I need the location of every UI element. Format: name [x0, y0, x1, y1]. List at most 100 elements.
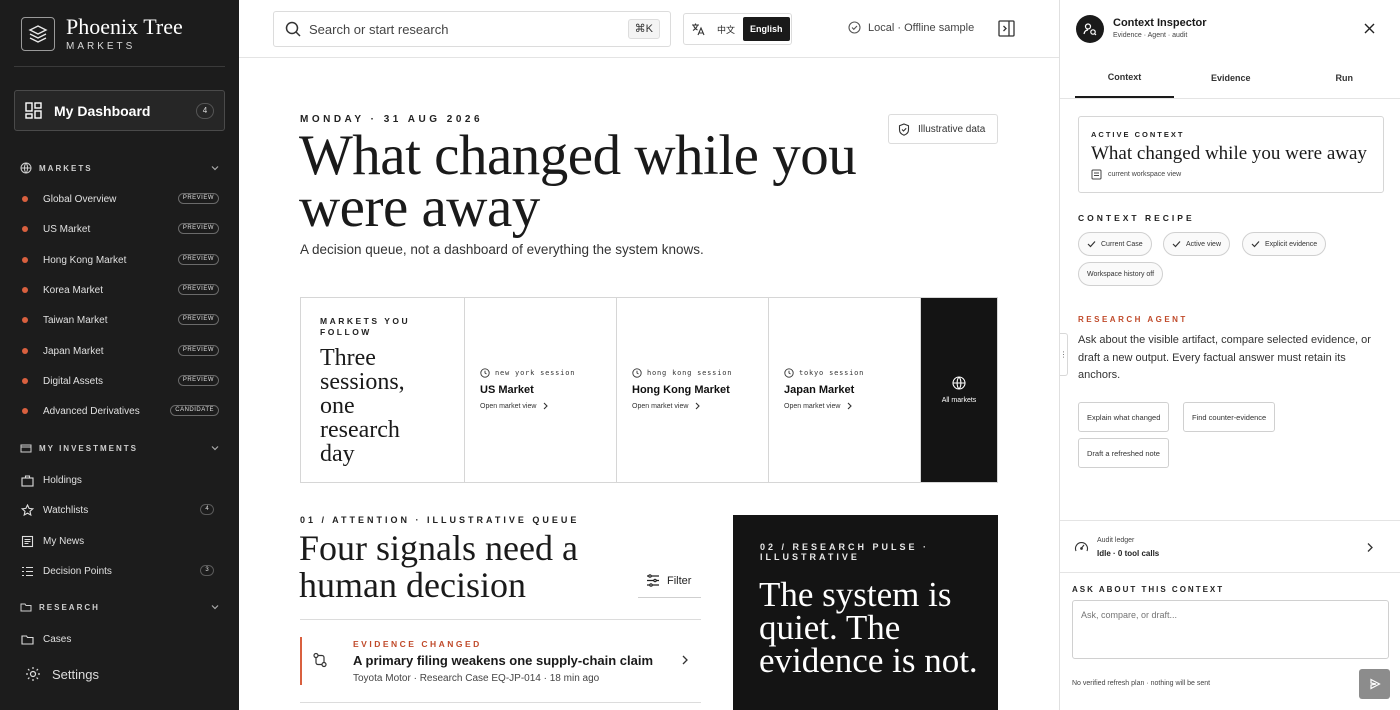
- clock-icon: [480, 368, 490, 378]
- draft-refreshed-note-button[interactable]: Draft a refreshed note: [1078, 438, 1169, 468]
- globe-icon: [20, 162, 32, 174]
- all-markets-button[interactable]: All markets: [921, 298, 997, 482]
- open-market-view-link[interactable]: Open market view: [632, 402, 701, 410]
- ask-input[interactable]: [1072, 600, 1389, 659]
- compare-arrows-icon: [313, 652, 327, 668]
- layers-logo-icon: [28, 25, 48, 43]
- tab-evidence[interactable]: Evidence: [1174, 58, 1288, 98]
- dashboard-count-badge: 4: [196, 103, 214, 119]
- sidebar-item-holdings[interactable]: Holdings: [20, 472, 220, 488]
- open-market-view-link[interactable]: Open market view: [784, 402, 853, 410]
- active-context-scope: current workspace view: [1091, 169, 1181, 180]
- status-dot: [22, 348, 28, 354]
- session-label: NEW YORK SESSION: [480, 368, 575, 378]
- settings-button[interactable]: Settings: [25, 666, 99, 682]
- section-my-investments[interactable]: MY INVESTMENTS: [20, 440, 220, 456]
- sidebar-item-my-news[interactable]: My News: [20, 533, 220, 549]
- sidebar-item-label: Holdings: [43, 474, 82, 486]
- market-card-japan[interactable]: TOKYO SESSION Japan Market Open market v…: [769, 298, 921, 482]
- sidebar-item-label: Taiwan Market: [43, 314, 108, 326]
- sidebar-item-advanced-derivatives[interactable]: Advanced Derivatives CANDIDATE: [20, 403, 220, 419]
- sidebar-item-taiwan-market[interactable]: Taiwan Market PREVIEW: [20, 312, 220, 328]
- explain-what-changed-button[interactable]: Explain what changed: [1078, 402, 1170, 432]
- sidebar-item-label: Advanced Derivatives: [43, 405, 140, 417]
- sidebar-item-us-market[interactable]: US Market PREVIEW: [20, 221, 220, 237]
- settings-label: Settings: [52, 666, 99, 682]
- send-button[interactable]: [1359, 669, 1390, 699]
- globe-icon: [952, 376, 966, 390]
- lang-option-en[interactable]: English: [743, 17, 790, 41]
- data-mode-indicator[interactable]: Local · Offline sample: [848, 21, 974, 34]
- market-card-us[interactable]: NEW YORK SESSION US Market Open market v…: [465, 298, 617, 482]
- search-input[interactable]: [309, 21, 609, 37]
- gear-icon: [26, 667, 40, 681]
- sidebar-item-dashboard[interactable]: My Dashboard 4: [14, 90, 225, 131]
- wallet-icon: [20, 444, 32, 453]
- sidebar-item-label: Watchlists: [43, 504, 89, 516]
- preview-badge: PREVIEW: [177, 345, 219, 356]
- audit-ledger-row[interactable]: Audit ledger Idle · 0 tool calls: [1060, 520, 1400, 573]
- sidebar: Phoenix Tree MARKETS My Dashboard 4 MARK…: [0, 0, 239, 710]
- markets-strip: MARKETS YOU FOLLOW Three sessions, one r…: [300, 297, 998, 483]
- check-icon: [1087, 241, 1096, 248]
- markets-intro: MARKETS YOU FOLLOW Three sessions, one r…: [301, 298, 465, 482]
- chevron-right-icon: [1367, 543, 1373, 552]
- status-dot: [22, 317, 28, 323]
- recipe-chip-workspace-history[interactable]: Workspace history off: [1078, 262, 1164, 286]
- pulse-kicker: 02 / RESEARCH PULSE · ILLUSTRATIVE: [760, 542, 930, 562]
- chevron-down-icon: [211, 166, 219, 171]
- section-markets-label: MARKETS: [39, 163, 93, 173]
- filter-button[interactable]: Filter: [638, 564, 701, 598]
- panel-tabs: Context Evidence Run: [1060, 58, 1400, 99]
- lang-option-zh[interactable]: 中文: [717, 23, 735, 36]
- search-icon: [285, 21, 301, 37]
- sidebar-item-global-overview[interactable]: Global Overview PREVIEW: [20, 191, 220, 207]
- market-card-hong-kong[interactable]: HONG KONG SESSION Hong Kong Market Open …: [617, 298, 769, 482]
- research-pulse-card: 02 / RESEARCH PULSE · ILLUSTRATIVE The s…: [733, 515, 998, 710]
- section-research[interactable]: RESEARCH: [20, 599, 220, 615]
- clock-icon: [632, 368, 642, 378]
- signal-card[interactable]: EVIDENCE CHANGED A primary filing weaken…: [300, 637, 701, 685]
- audit-ledger-label: Audit ledger: [1097, 537, 1135, 544]
- sidebar-item-japan-market[interactable]: Japan Market PREVIEW: [20, 343, 220, 359]
- recipe-chip-active-view[interactable]: Active view: [1163, 232, 1231, 256]
- sidebar-item-cases[interactable]: Cases: [20, 631, 220, 647]
- dashboard-label: My Dashboard: [54, 102, 151, 119]
- recipe-chip-current-case[interactable]: Current Case: [1078, 232, 1152, 256]
- language-switcher[interactable]: 中文 English: [683, 13, 792, 45]
- section-markets[interactable]: MARKETS: [20, 160, 220, 176]
- tab-context[interactable]: Context: [1075, 58, 1174, 98]
- resize-handle[interactable]: ⋮: [1060, 333, 1068, 376]
- sidebar-item-digital-assets[interactable]: Digital Assets PREVIEW: [20, 373, 220, 389]
- sidebar-item-decision-points[interactable]: Decision Points 3: [20, 563, 220, 579]
- count-badge: 4: [200, 504, 214, 515]
- sidebar-item-label: Global Overview: [43, 193, 117, 205]
- illustrative-data-badge[interactable]: Illustrative data: [888, 114, 998, 144]
- sidebar-item-watchlists[interactable]: Watchlists 4: [20, 502, 220, 518]
- status-dot: [22, 287, 28, 293]
- search-box[interactable]: ⌘K: [273, 11, 671, 47]
- close-button[interactable]: [1363, 22, 1376, 35]
- logo[interactable]: [21, 17, 55, 51]
- preview-badge: PREVIEW: [177, 375, 219, 386]
- active-context-kicker: ACTIVE CONTEXT: [1091, 130, 1185, 139]
- open-market-view-link[interactable]: Open market view: [480, 402, 549, 410]
- sidebar-item-korea-market[interactable]: Korea Market PREVIEW: [20, 282, 220, 298]
- sidebar-item-hong-kong-market[interactable]: Hong Kong Market PREVIEW: [20, 252, 220, 268]
- preview-badge: PREVIEW: [177, 284, 219, 295]
- shield-check-icon: [898, 122, 910, 136]
- side-panel-icon: [998, 20, 1015, 37]
- session-label: HONG KONG SESSION: [632, 368, 732, 378]
- chevron-right-icon: [848, 402, 853, 410]
- check-icon: [1172, 241, 1181, 248]
- sidebar-item-label: Decision Points: [43, 565, 112, 577]
- recipe-chip-explicit-evidence[interactable]: Explicit evidence: [1242, 232, 1327, 256]
- panel-toggle-button[interactable]: [998, 20, 1015, 37]
- pulse-heading: The system is quiet. The evidence is not…: [759, 575, 978, 680]
- sidebar-item-label: Hong Kong Market: [43, 254, 127, 266]
- find-counter-evidence-button[interactable]: Find counter-evidence: [1183, 402, 1276, 432]
- active-context-title: What changed while you were away: [1091, 143, 1367, 164]
- chevron-right-icon: [544, 402, 549, 410]
- tab-run[interactable]: Run: [1288, 58, 1400, 98]
- panel-subtitle: Evidence · Agent · audit: [1113, 32, 1188, 39]
